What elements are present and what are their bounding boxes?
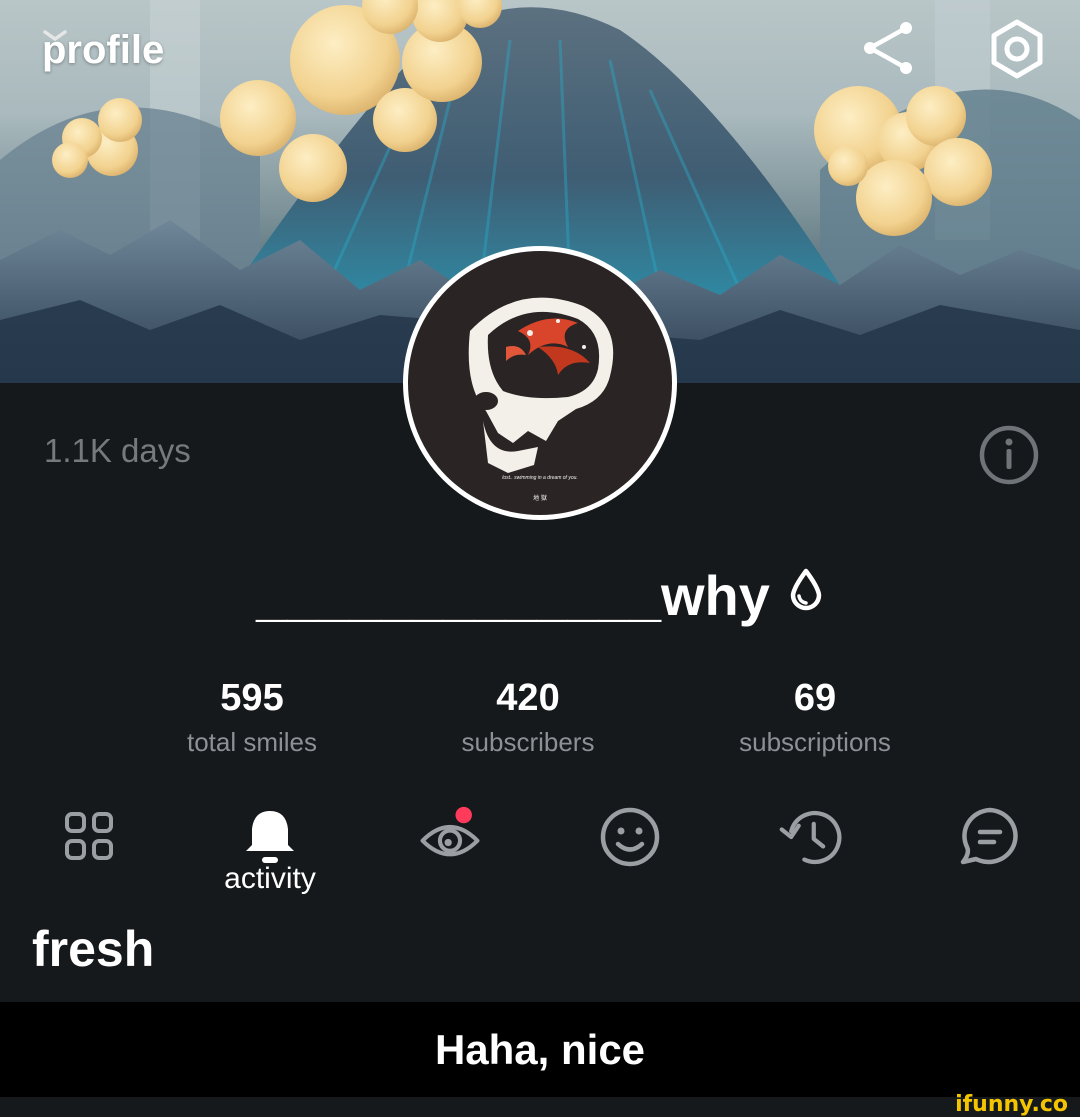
stat-value: 420 [496, 677, 560, 719]
bell-icon [246, 811, 294, 863]
share-icon[interactable] [858, 18, 920, 80]
tab-activity[interactable] [238, 805, 302, 869]
notification-dot [455, 806, 472, 824]
avatar-image: lost.. swimming in a dream of you. 地 獄 [408, 251, 672, 515]
chat-icon [960, 807, 1018, 865]
username-text: _____________why [256, 564, 770, 627]
username: _____________why [0, 563, 1080, 628]
smiley-icon [600, 807, 660, 867]
history-icon [779, 810, 842, 865]
water-drop-icon [788, 561, 824, 626]
meme-caption: Haha, nice [0, 1002, 1080, 1097]
account-age: 1.1K days [44, 432, 191, 469]
stat-label: subscriptions [739, 727, 891, 757]
stat-label: subscribers [461, 727, 595, 757]
profile-screen: profile lost.. swimming in a dream of yo… [0, 0, 1080, 1117]
eye-icon [420, 806, 480, 857]
avatar-caption: lost.. swimming in a dream of you. [502, 475, 578, 481]
settings-icon[interactable] [986, 18, 1048, 80]
stat-subscribers[interactable]: 420 subscribers [378, 675, 678, 759]
avatar[interactable]: lost.. swimming in a dream of you. 地 獄 [403, 246, 677, 520]
stat-value: 69 [793, 677, 837, 719]
stat-total-smiles[interactable]: 595 total smiles [102, 675, 402, 759]
grid-icon [65, 812, 113, 860]
tab-grid[interactable] [58, 805, 122, 869]
tab-history[interactable] [778, 805, 842, 869]
info-icon[interactable] [978, 424, 1040, 486]
stat-value: 595 [220, 677, 284, 719]
tab-guests[interactable] [418, 805, 482, 869]
tab-chat[interactable] [958, 805, 1022, 869]
watermark: ifunny.co [955, 1092, 1068, 1117]
section-title-fresh: fresh [32, 921, 155, 977]
stat-label: total smiles [186, 727, 318, 757]
profile-menu[interactable]: profile [42, 28, 176, 73]
bottom-strip [0, 1097, 1080, 1117]
avatar-kanji: 地 獄 [533, 496, 547, 502]
stat-subscriptions[interactable]: 69 subscriptions [665, 675, 965, 759]
tab-activity-label: activity [224, 862, 316, 895]
tab-smiles[interactable] [598, 805, 662, 869]
